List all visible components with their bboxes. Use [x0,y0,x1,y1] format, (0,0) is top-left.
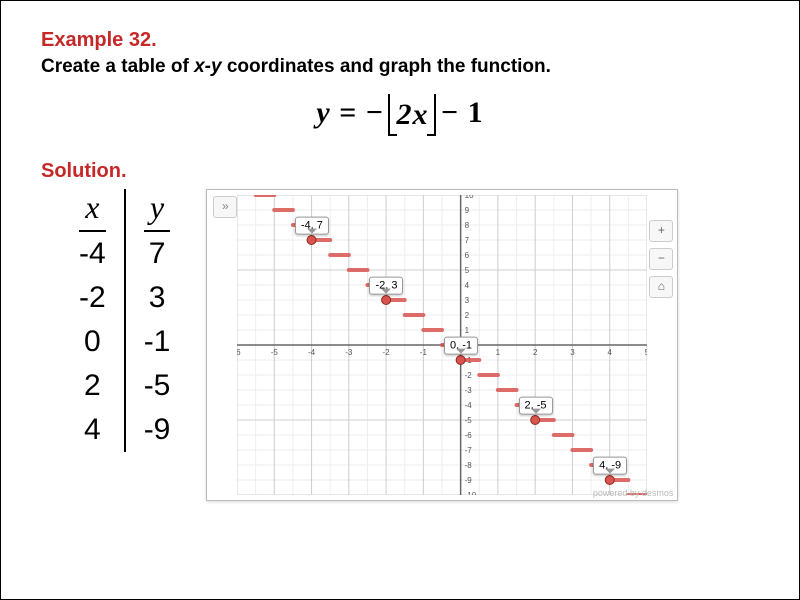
x-header: x [79,189,106,232]
svg-text:6: 6 [465,251,470,260]
svg-text:10: 10 [465,195,474,200]
svg-text:2: 2 [533,348,538,357]
svg-text:-10: -10 [465,491,477,495]
table-cell: 0 [84,320,101,364]
instruction-text: Create a table of x-y coordinates and gr… [41,56,759,78]
svg-text:-3: -3 [346,348,354,357]
eq-neg: − [366,96,384,129]
instruction-post: coordinates and graph the function. [222,56,551,77]
eq-lhs: y [316,96,330,129]
zoom-out-button[interactable]: − [649,248,673,270]
svg-text:4: 4 [608,348,613,357]
svg-text:-3: -3 [465,386,473,395]
plot-area[interactable]: -6-5-4-3-2-112345-10-9-8-7-6-5-4-3-2-112… [237,195,647,495]
eq-equals: = [331,96,366,129]
table-cell: -2 [79,276,106,320]
table-cell: 4 [84,408,101,452]
point-label: 2, -5 [519,397,553,415]
svg-text:-2: -2 [383,348,391,357]
eq-inner: 2x [396,98,428,131]
table-cell: 3 [149,276,166,320]
table-cell: 2 [84,364,101,408]
svg-text:-8: -8 [465,461,473,470]
xy-table: x -4 -2 0 2 4 y 7 3 -1 -5 -9 [61,189,188,452]
svg-text:1: 1 [465,326,470,335]
zoom-in-button[interactable]: + [649,220,673,242]
svg-text:-6: -6 [237,348,241,357]
watermark: powered by desmos [593,488,674,498]
svg-text:2: 2 [465,311,470,320]
point-label: -4, 7 [295,217,329,235]
svg-text:9: 9 [465,206,470,215]
instruction-pre: Create a table of [41,56,194,77]
eq-tail: − 1 [441,96,484,129]
point-label: -2, 3 [369,277,403,295]
table-cell: -5 [144,364,171,408]
svg-text:5: 5 [465,266,470,275]
svg-text:3: 3 [571,348,576,357]
svg-text:5: 5 [645,348,647,357]
table-cell: -1 [144,320,171,364]
svg-text:-2: -2 [465,371,473,380]
floor-brackets: 2x [392,98,432,132]
svg-text:8: 8 [465,221,470,230]
svg-text:-9: -9 [465,476,473,485]
svg-text:7: 7 [465,236,470,245]
svg-text:-7: -7 [465,446,473,455]
svg-text:-4: -4 [308,348,316,357]
svg-text:-1: -1 [420,348,428,357]
svg-text:-4: -4 [465,401,473,410]
home-button[interactable]: ⌂ [649,276,673,298]
example-label: Example 32. [41,29,759,52]
svg-text:-5: -5 [271,348,279,357]
expand-button[interactable]: » [213,196,237,218]
point-label: 4, -9 [593,457,627,475]
y-header: y [144,189,171,232]
table-cell: -9 [144,408,171,452]
svg-text:-5: -5 [465,416,473,425]
point-label: 0, -1 [444,337,478,355]
solution-label: Solution. [41,160,799,183]
instruction-var: x-y [194,56,221,77]
svg-text:-6: -6 [465,431,473,440]
svg-text:4: 4 [465,281,470,290]
graph-panel[interactable]: » + − ⌂ -6 -5 -4 -3 -2 -1 1 2 3 4 5 -10 -9 -8 -7 -6 -5 -4… [206,189,678,501]
table-cell: -4 [79,232,106,276]
equation: y = − 2x − 1 [1,96,799,132]
table-cell: 7 [149,232,166,276]
svg-text:1: 1 [496,348,501,357]
svg-text:3: 3 [465,296,470,305]
